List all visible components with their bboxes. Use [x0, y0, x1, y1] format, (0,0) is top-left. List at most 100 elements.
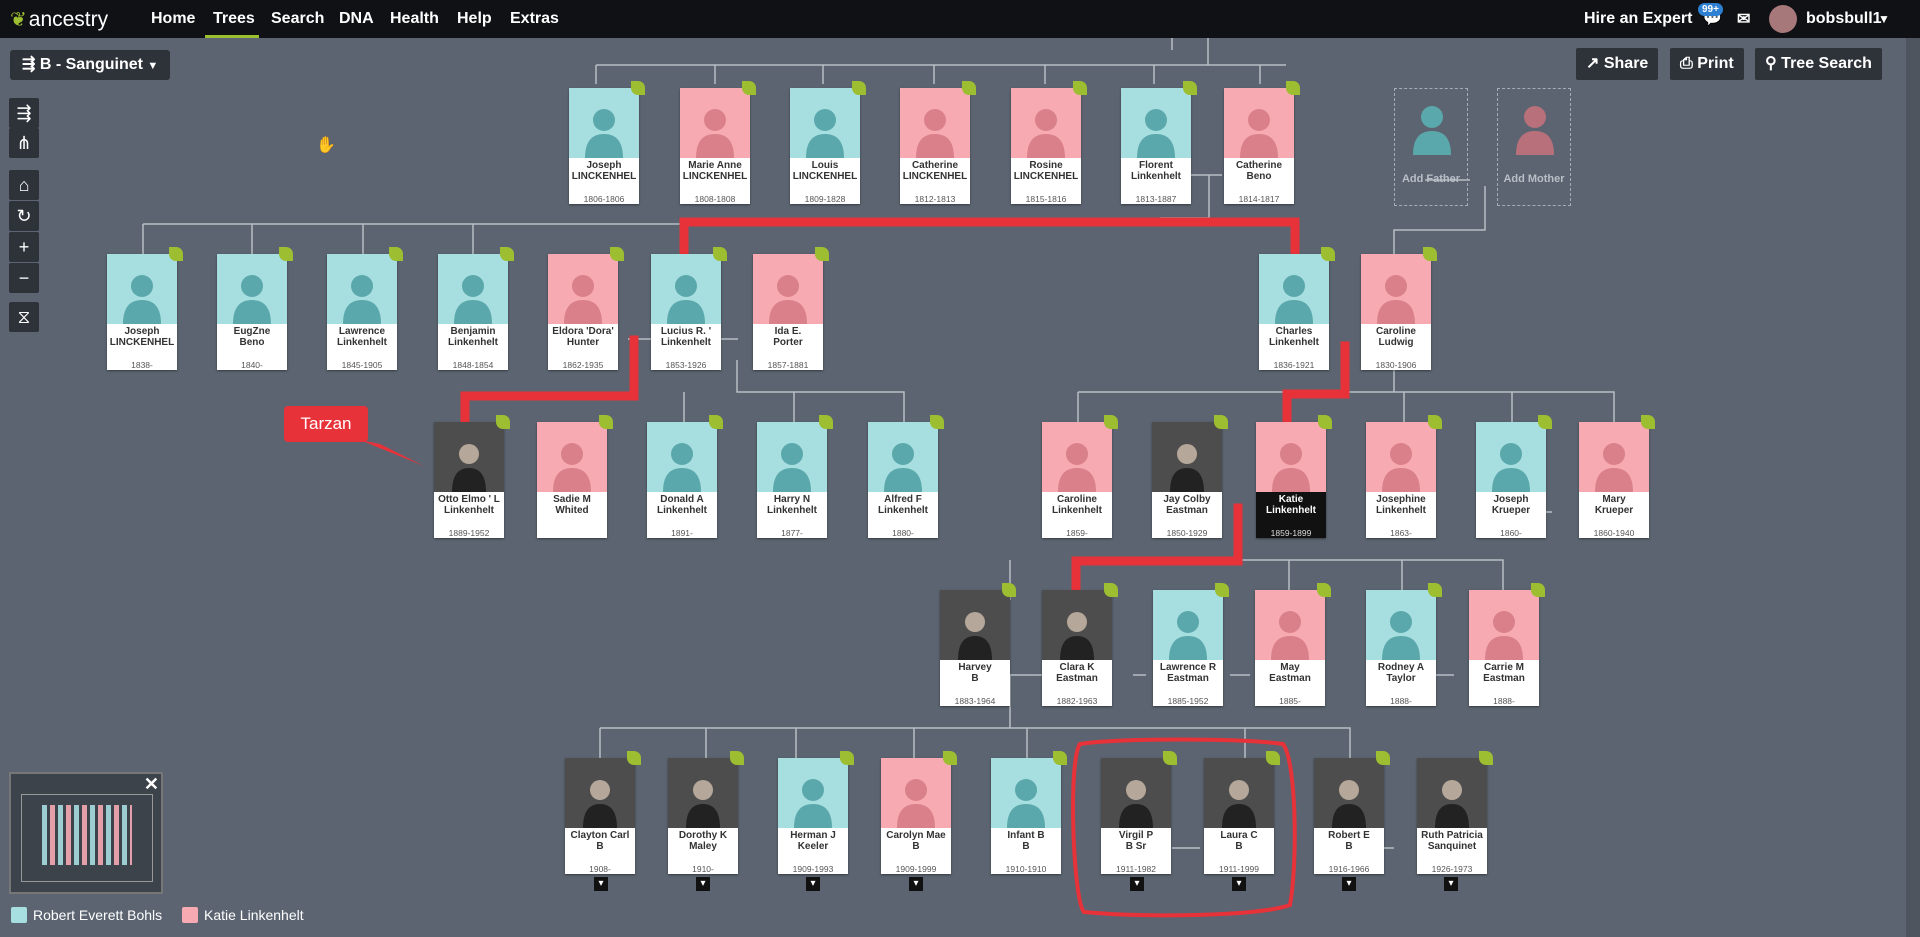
- nav-home[interactable]: Home: [151, 10, 195, 28]
- hint-leaf-icon[interactable]: [819, 415, 833, 429]
- person-card[interactable]: Joseph LINCKENHEL 1806-1806: [569, 81, 645, 204]
- hint-leaf-icon[interactable]: [1423, 247, 1437, 261]
- person-card[interactable]: Joseph LINCKENHEL 1838-: [107, 247, 183, 370]
- hint-leaf-icon[interactable]: [1215, 583, 1229, 597]
- hint-leaf-icon[interactable]: [599, 415, 613, 429]
- person-card[interactable]: Infant B B 1910-1910: [991, 751, 1067, 874]
- hint-leaf-icon[interactable]: [1053, 751, 1067, 765]
- hint-leaf-icon[interactable]: [840, 751, 854, 765]
- person-card[interactable]: Virgil PB Sr 1911-1982: [1101, 751, 1177, 874]
- hint-leaf-icon[interactable]: [730, 751, 744, 765]
- messages-icon[interactable]: ✉: [1737, 9, 1750, 29]
- person-card[interactable]: Donald A Linkenhelt 1891-: [647, 415, 723, 538]
- person-card[interactable]: Sadie M Whited: [537, 415, 613, 538]
- hint-leaf-icon[interactable]: [1531, 583, 1545, 597]
- hint-leaf-icon[interactable]: [500, 247, 514, 261]
- hint-leaf-icon[interactable]: [610, 247, 624, 261]
- expand-button[interactable]: ▾: [1232, 877, 1246, 891]
- person-card[interactable]: Caroline Ludwig 1830-1906: [1361, 247, 1437, 370]
- hint-leaf-icon[interactable]: [1002, 583, 1016, 597]
- tree-title-dropdown[interactable]: ⇶ B - Sanguinet ▼: [10, 50, 171, 80]
- person-card[interactable]: Florent Linkenhelt 1813-1887: [1121, 81, 1197, 204]
- hint-leaf-icon[interactable]: [627, 751, 641, 765]
- hint-leaf-icon[interactable]: [962, 81, 976, 95]
- person-card[interactable]: Herman J Keeler 1909-1993: [778, 751, 854, 874]
- person-card[interactable]: May Eastman 1885-: [1255, 583, 1331, 706]
- person-card[interactable]: Mary Krueper 1860-1940: [1579, 415, 1655, 538]
- hint-leaf-icon[interactable]: [389, 247, 403, 261]
- person-card[interactable]: Catherine LINCKENHEL 1812-1813: [900, 81, 976, 204]
- person-card[interactable]: EugZne Beno 1840-: [217, 247, 293, 370]
- hint-leaf-icon[interactable]: [1183, 81, 1197, 95]
- vertical-scrollbar[interactable]: [1906, 38, 1920, 937]
- add-mother-card[interactable]: Add Mother: [1497, 88, 1571, 206]
- person-card[interactable]: Louis LINCKENHEL 1809-1828: [790, 81, 866, 204]
- person-card[interactable]: Lucius R. ' Linkenhelt 1853-1926: [651, 247, 727, 370]
- person-card[interactable]: Otto Elmo ' L Linkenhelt 1889-1952: [434, 415, 510, 538]
- hint-leaf-icon[interactable]: [742, 81, 756, 95]
- print-button[interactable]: ⎙ Print: [1670, 48, 1744, 80]
- chevron-down-icon[interactable]: ▼: [1878, 12, 1890, 26]
- close-icon[interactable]: ✕: [144, 774, 159, 795]
- expand-button[interactable]: ▾: [696, 877, 710, 891]
- nav-health[interactable]: Health: [390, 10, 439, 28]
- horizontal-view-button[interactable]: ⇶: [9, 98, 39, 128]
- hint-leaf-icon[interactable]: [852, 81, 866, 95]
- person-card[interactable]: Catherine Beno 1814-1817: [1224, 81, 1300, 204]
- hint-leaf-icon[interactable]: [713, 247, 727, 261]
- person-card[interactable]: Carolyn Mae B 1909-1999: [881, 751, 957, 874]
- person-card[interactable]: Clara K Eastman 1882-1963: [1042, 583, 1118, 706]
- hint-leaf-icon[interactable]: [279, 247, 293, 261]
- person-card[interactable]: Lawrence Linkenhelt 1845-1905: [327, 247, 403, 370]
- person-card[interactable]: Josephine Linkenhelt 1863-: [1366, 415, 1442, 538]
- person-card[interactable]: Ruth Patricia Sanquinet 1926-1973: [1417, 751, 1493, 874]
- hint-leaf-icon[interactable]: [1266, 751, 1280, 765]
- person-card[interactable]: Eldora 'Dora' Hunter 1862-1935: [548, 247, 624, 370]
- hint-leaf-icon[interactable]: [1428, 415, 1442, 429]
- hint-leaf-icon[interactable]: [943, 751, 957, 765]
- hint-leaf-icon[interactable]: [1321, 247, 1335, 261]
- person-card[interactable]: Alfred F Linkenhelt 1880-: [868, 415, 944, 538]
- home-button[interactable]: ⌂: [9, 170, 39, 200]
- hint-leaf-icon[interactable]: [709, 415, 723, 429]
- person-card[interactable]: Harvey B 1883-1964: [940, 583, 1016, 706]
- expand-button[interactable]: ▾: [806, 877, 820, 891]
- expand-button[interactable]: ▾: [1342, 877, 1356, 891]
- hint-leaf-icon[interactable]: [496, 415, 510, 429]
- person-card[interactable]: Caroline Linkenhelt 1859-: [1042, 415, 1118, 538]
- hint-leaf-icon[interactable]: [930, 415, 944, 429]
- expand-button[interactable]: ▾: [909, 877, 923, 891]
- person-card[interactable]: Joseph Krueper 1860-: [1476, 415, 1552, 538]
- nav-extras[interactable]: Extras: [510, 10, 559, 28]
- zoom-in-button[interactable]: +: [9, 232, 39, 262]
- expand-button[interactable]: ▾: [594, 877, 608, 891]
- nav-dna[interactable]: DNA: [339, 10, 374, 28]
- hint-leaf-icon[interactable]: [815, 247, 829, 261]
- user-menu[interactable]: bobsbull1: [1806, 10, 1882, 28]
- reset-button[interactable]: ↻: [9, 201, 39, 231]
- person-card[interactable]: Harry N Linkenhelt 1877-: [757, 415, 833, 538]
- nav-trees[interactable]: Trees: [213, 10, 255, 28]
- hire-expert-link[interactable]: Hire an Expert: [1584, 10, 1692, 28]
- zoom-out-button[interactable]: −: [9, 263, 39, 293]
- hint-leaf-icon[interactable]: [1318, 415, 1332, 429]
- person-card[interactable]: Marie Anne LINCKENHEL 1808-1808: [680, 81, 756, 204]
- expand-button[interactable]: ▾: [1130, 877, 1144, 891]
- person-card[interactable]: Robert E B 1916-1966: [1314, 751, 1390, 874]
- person-card[interactable]: Clayton Carl B 1908-: [565, 751, 641, 874]
- hint-leaf-icon[interactable]: [1163, 751, 1177, 765]
- person-card[interactable]: Dorothy K Maley 1910-: [668, 751, 744, 874]
- person-card[interactable]: Katie Linkenhelt 1859-1899: [1256, 415, 1332, 538]
- person-card[interactable]: Rodney A Taylor 1888-: [1366, 583, 1442, 706]
- hint-leaf-icon[interactable]: [1317, 583, 1331, 597]
- person-card[interactable]: Charles Linkenhelt 1836-1921: [1259, 247, 1335, 370]
- person-card[interactable]: Ida E. Porter 1857-1881: [753, 247, 829, 370]
- hint-leaf-icon[interactable]: [1641, 415, 1655, 429]
- person-card[interactable]: Lawrence R Eastman 1885-1952: [1153, 583, 1229, 706]
- person-card[interactable]: Benjamin Linkenhelt 1848-1854: [438, 247, 514, 370]
- person-card[interactable]: Carrie M Eastman 1888-: [1469, 583, 1545, 706]
- nav-search[interactable]: Search: [271, 10, 324, 28]
- hint-leaf-icon[interactable]: [1428, 583, 1442, 597]
- person-card[interactable]: Jay Colby Eastman 1850-1929: [1152, 415, 1228, 538]
- dna-button[interactable]: ⧖: [9, 302, 39, 332]
